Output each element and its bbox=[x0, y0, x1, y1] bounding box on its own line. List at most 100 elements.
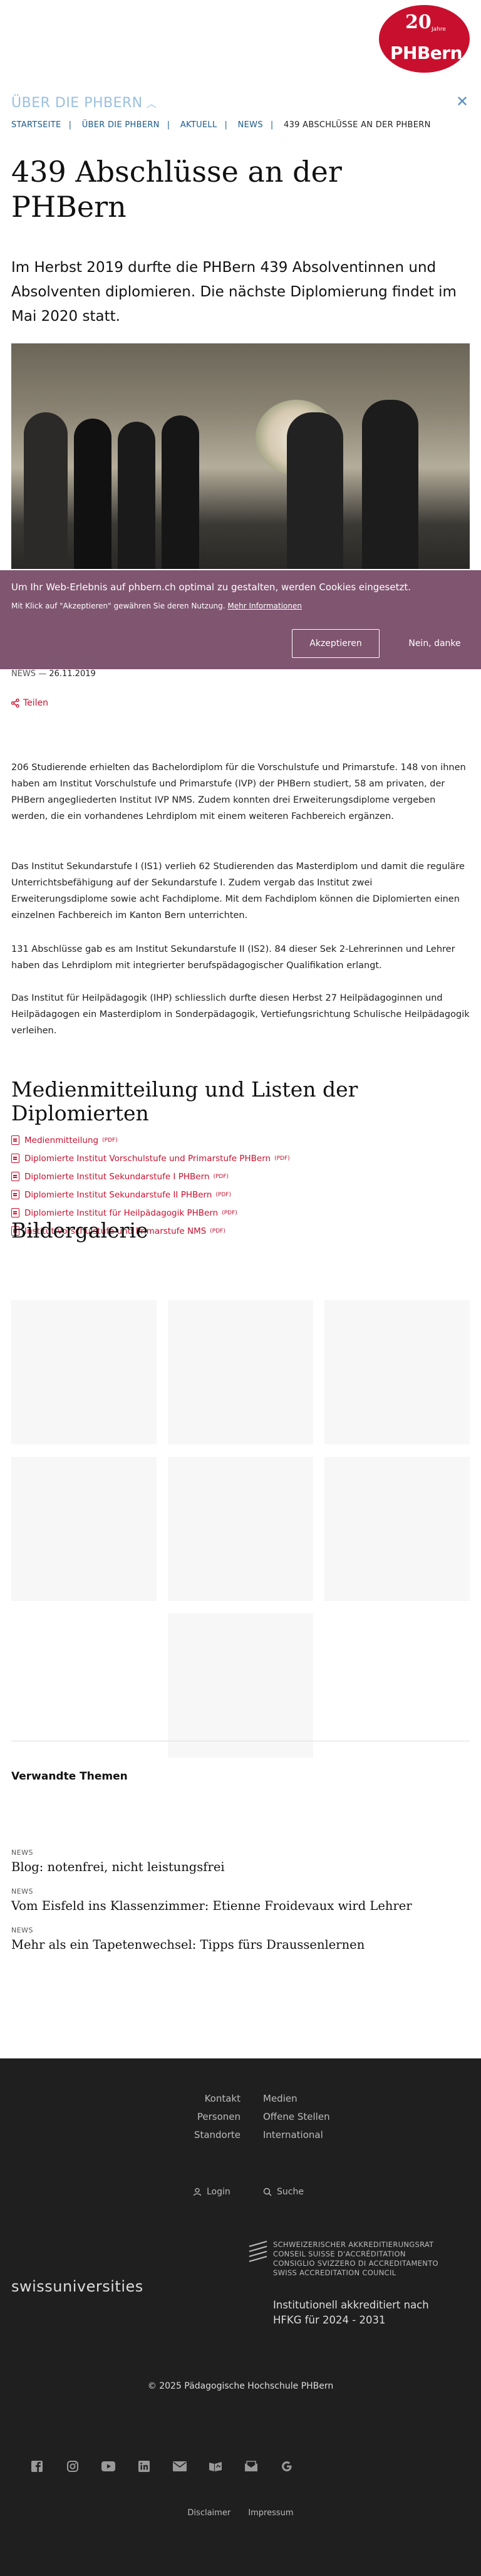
cookie-consent-label: Mit Klick auf "Akzeptieren" gewähren Sie… bbox=[11, 602, 225, 610]
download-link-medienmitteilung[interactable]: Medienmitteilung (PDF) bbox=[11, 1131, 450, 1149]
related-link[interactable]: Vom Eisfeld ins Klassenzimmer: Etienne F… bbox=[11, 1899, 412, 1913]
download-link-is1[interactable]: Diplomierte Institut Sekundarstufe I PHB… bbox=[11, 1167, 450, 1186]
file-type: (PDF) bbox=[215, 1191, 231, 1198]
accreditation-line: CONSEIL SUISSE D'ACCRÉDITATION bbox=[273, 2250, 406, 2258]
disclaimer-link[interactable]: Disclaimer bbox=[187, 2508, 230, 2518]
gallery-image[interactable] bbox=[168, 1300, 313, 1444]
footer-link-international[interactable]: International bbox=[263, 2126, 388, 2144]
gallery-title: Bildergalerie bbox=[11, 1218, 148, 1243]
impressum-link[interactable]: Impressum bbox=[248, 2508, 293, 2518]
login-button[interactable]: Login bbox=[193, 2187, 230, 2197]
pdf-file-icon bbox=[11, 1172, 19, 1181]
swissuniversities-logo[interactable]: swissuniversities bbox=[11, 2278, 143, 2295]
breadcrumb-current: 439 ABSCHLÜSSE AN DER PHBERN bbox=[284, 120, 431, 130]
social-links bbox=[30, 2459, 294, 2473]
google-icon[interactable] bbox=[280, 2459, 294, 2473]
footer-link-medien[interactable]: Medien bbox=[263, 2090, 388, 2108]
close-icon[interactable]: ✕ bbox=[456, 93, 468, 110]
gallery-image[interactable] bbox=[11, 1300, 157, 1444]
logo-brand: PHBern bbox=[390, 43, 463, 63]
footer-links-left: Kontakt Personen Standorte bbox=[169, 2090, 240, 2144]
footer-links-right: Medien Offene Stellen International bbox=[263, 2090, 388, 2144]
download-label: Diplomierte Institut Sekundarstufe I PHB… bbox=[24, 1171, 210, 1182]
file-type: (PDF) bbox=[222, 1209, 237, 1216]
cookie-banner: Um Ihr Web-Erlebnis auf phbern.ch optima… bbox=[0, 570, 481, 669]
page-title: 439 Abschlüsse an der PHBern bbox=[11, 155, 342, 224]
gallery-image[interactable] bbox=[324, 1457, 470, 1601]
pdf-file-icon bbox=[11, 1135, 19, 1145]
hero-photo bbox=[11, 343, 470, 569]
cookie-deny-button[interactable]: Nein, danke bbox=[397, 629, 472, 658]
cookie-text: Um Ihr Web-Erlebnis auf phbern.ch optima… bbox=[11, 581, 411, 593]
chevron-up-icon: ︿ bbox=[146, 98, 157, 110]
accreditation-statement-line: HFKG für 2024 - 2031 bbox=[273, 2314, 386, 2326]
logo-anniversary-number: 20 bbox=[405, 11, 432, 33]
download-label: Diplomierte Institut für Heilpädagogik P… bbox=[24, 1207, 219, 1218]
photo-person bbox=[74, 419, 111, 569]
copyright: © 2025 Pädagogische Hochschule PHBern bbox=[147, 2381, 334, 2391]
footer-link-personen[interactable]: Personen bbox=[169, 2108, 240, 2126]
logo-years-label: Jahre bbox=[432, 26, 446, 33]
breadcrumb: STARTSEITE | ÜBER DIE PHBERN | AKTUELL | NE… bbox=[11, 120, 438, 130]
accreditation-line: CONSIGLIO SVIZZERO DI ACCREDITAMENTO bbox=[273, 2259, 438, 2268]
related-kicker: NEWS bbox=[11, 1926, 34, 1934]
gallery-image[interactable] bbox=[324, 1300, 470, 1444]
breadcrumb-aktuell[interactable]: AKTUELL bbox=[180, 120, 217, 130]
photo-person bbox=[118, 422, 155, 569]
search-button[interactable]: Suche bbox=[263, 2187, 304, 2197]
share-label: Teilen bbox=[23, 698, 49, 708]
phbern-logo[interactable]: 20 Jahre PHBern bbox=[379, 5, 470, 73]
article-date: 26.11.2019 bbox=[49, 669, 96, 679]
article-lead: Im Herbst 2019 durfte die PHBern 439 Abs… bbox=[11, 259, 457, 325]
photo-person bbox=[162, 415, 199, 569]
share-button[interactable]: Teilen bbox=[11, 698, 48, 708]
podcast-icon[interactable] bbox=[209, 2459, 222, 2473]
section-nav-label: ÜBER DIE PHBERN bbox=[11, 95, 143, 111]
cookie-more-info-link[interactable]: Mehr Informationen bbox=[227, 602, 302, 610]
breadcrumb-separator: | bbox=[167, 120, 170, 130]
accreditation-line: SWISS ACCREDITATION COUNCIL bbox=[273, 2268, 396, 2277]
breadcrumb-separator: | bbox=[270, 120, 274, 130]
breadcrumb-separator: | bbox=[224, 120, 228, 130]
gallery-image[interactable] bbox=[168, 1614, 313, 1758]
newsletter-icon[interactable] bbox=[244, 2459, 258, 2473]
breadcrumb-news[interactable]: NEWS bbox=[238, 120, 263, 130]
accreditation-statement: Institutionell akkreditiert nach HFKG fü… bbox=[273, 2298, 429, 2328]
footer-link-standorte[interactable]: Standorte bbox=[169, 2126, 240, 2144]
article-paragraph: 206 Studierende erhielten das Bachelordi… bbox=[11, 763, 466, 821]
section-nav-toggle[interactable]: ÜBER DIE PHBERN ︿ bbox=[11, 95, 157, 111]
related-kicker: NEWS bbox=[11, 1849, 34, 1857]
footer-link-kontakt[interactable]: Kontakt bbox=[169, 2090, 240, 2108]
legal-links: Disclaimer Impressum bbox=[0, 2508, 481, 2518]
download-link-ivp[interactable]: Diplomierte Institut Vorschulstufe und P… bbox=[11, 1149, 450, 1167]
breadcrumb-separator: | bbox=[68, 120, 72, 130]
search-icon bbox=[263, 2188, 272, 2196]
footer-link-offene-stellen[interactable]: Offene Stellen bbox=[263, 2108, 388, 2126]
cookie-accept-button[interactable]: Akzeptieren bbox=[292, 629, 380, 658]
related-link[interactable]: Mehr als ein Tapetenwechsel: Tipps fürs … bbox=[11, 1937, 365, 1952]
linkedin-icon[interactable] bbox=[137, 2459, 151, 2473]
related-link[interactable]: Blog: notenfrei, nicht leistungsfrei bbox=[11, 1860, 225, 1874]
file-type: (PDF) bbox=[102, 1137, 118, 1144]
login-label: Login bbox=[207, 2187, 230, 2197]
media-section-title: Medienmitteilung und Listen der Diplomie… bbox=[11, 1077, 358, 1125]
photo-person bbox=[362, 400, 418, 569]
user-icon bbox=[193, 2188, 202, 2196]
meta-separator: — bbox=[38, 669, 47, 679]
gallery-image[interactable] bbox=[11, 1457, 157, 1601]
file-type: (PDF) bbox=[210, 1228, 225, 1234]
download-label: Diplomierte Institut Vorschulstufe und P… bbox=[24, 1153, 271, 1164]
accreditation-council-logo bbox=[249, 2240, 267, 2263]
site-footer: Kontakt Personen Standorte Medien Offene… bbox=[0, 2058, 481, 2576]
mail-icon[interactable] bbox=[173, 2459, 187, 2473]
download-link-is2[interactable]: Diplomierte Institut Sekundarstufe II PH… bbox=[11, 1186, 450, 1204]
download-label: Medienmitteilung bbox=[24, 1135, 99, 1145]
youtube-icon[interactable] bbox=[101, 2459, 115, 2473]
file-type: (PDF) bbox=[274, 1155, 290, 1162]
breadcrumb-home[interactable]: STARTSEITE bbox=[11, 120, 61, 130]
facebook-icon[interactable] bbox=[30, 2459, 44, 2473]
gallery-image[interactable] bbox=[168, 1457, 313, 1601]
breadcrumb-about[interactable]: ÜBER DIE PHBERN bbox=[82, 120, 160, 130]
instagram-icon[interactable] bbox=[66, 2459, 80, 2473]
pdf-file-icon bbox=[11, 1208, 19, 1218]
